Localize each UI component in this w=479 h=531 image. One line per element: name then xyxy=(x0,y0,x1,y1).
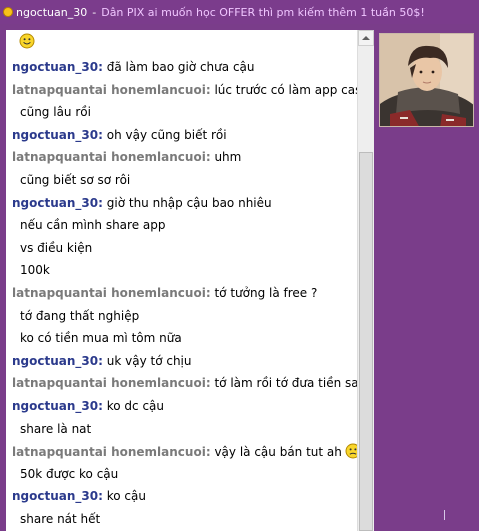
avatar-panel xyxy=(376,30,479,531)
message-line: ngoctuan_30: giờ thu nhập cậu bao nhiêu xyxy=(12,195,272,211)
message-sender: ngoctuan_30: xyxy=(12,196,103,210)
message-line: ko có tiền mua mì tôm nữa xyxy=(20,330,182,346)
message-text: oh vậy cũng biết rồi xyxy=(106,128,227,142)
title-separator: - xyxy=(92,5,97,19)
message-line: latnapquantai honemlancuoi: vậy là cậu b… xyxy=(12,443,361,463)
message-text: cũng biết sơ sơ rôi xyxy=(20,173,131,187)
message-line: nếu cần mình share app xyxy=(20,217,166,233)
smiley-icon xyxy=(19,33,35,53)
message-text: uhm xyxy=(214,150,242,164)
message-text: ko có tiền mua mì tôm nữa xyxy=(20,331,182,345)
message-text: giờ thu nhập cậu bao nhiêu xyxy=(106,196,272,210)
message-sender: latnapquantai honemlancuoi: xyxy=(12,83,211,97)
message-text: nếu cần mình share app xyxy=(20,218,166,232)
message-text: ko cậu xyxy=(106,489,146,503)
message-sender: ngoctuan_30: xyxy=(12,354,103,368)
online-status-icon xyxy=(3,7,13,17)
message-line: 100k xyxy=(20,262,50,278)
scroll-up-button[interactable] xyxy=(358,30,374,46)
scroll-thumb[interactable] xyxy=(359,152,373,531)
message-line: cũng biết sơ sơ rôi xyxy=(20,172,130,188)
message-line: latnapquantai honemlancuoi: tớ tưởng là … xyxy=(12,285,317,301)
message-text: ko dc cậu xyxy=(106,399,165,413)
message-sender: latnapquantai honemlancuoi: xyxy=(12,286,211,300)
contact-name: ngoctuan_30 xyxy=(16,5,88,19)
message-text: 50k được ko cậu xyxy=(20,467,119,481)
message-sender: ngoctuan_30: xyxy=(12,489,103,503)
message-line: ngoctuan_30: đã làm bao giờ chưa cậu xyxy=(12,59,255,75)
message-line: vs điều kiện xyxy=(20,240,92,256)
message-text: lúc trước có làm app casher xyxy=(214,83,361,97)
message-sender: latnapquantai honemlancuoi: xyxy=(12,376,211,390)
message-text: uk vậy tớ chịu xyxy=(106,354,192,368)
message-sender: latnapquantai honemlancuoi: xyxy=(12,445,211,459)
message-text: share là nat xyxy=(20,422,92,436)
message-text: tớ làm rồi tớ đưa tiền sau xyxy=(214,376,361,390)
message-line: share nát hết xyxy=(20,511,100,527)
contact-status-message: Dân PIX ai muốn học OFFER thì pm kiếm th… xyxy=(101,5,425,19)
message-line: ngoctuan_30: uk vậy tớ chịu xyxy=(12,353,192,369)
message-text: đã làm bao giờ chưa cậu xyxy=(106,60,255,74)
message-line: latnapquantai honemlancuoi: lúc trước có… xyxy=(12,82,361,98)
message-sender: ngoctuan_30: xyxy=(12,60,103,74)
message-line: ngoctuan_30: ko dc cậu xyxy=(12,398,164,414)
message-line: tớ đang thất nghiệp xyxy=(20,308,139,324)
message-sender: ngoctuan_30: xyxy=(12,399,103,413)
message-text: vs điều kiện xyxy=(20,241,93,255)
message-line: cũng lâu rồi xyxy=(20,104,91,120)
message-line: share là nat xyxy=(20,421,91,437)
message-line: latnapquantai honemlancuoi: tớ làm rồi t… xyxy=(12,375,361,391)
message-text: cũng lâu rồi xyxy=(20,105,91,119)
chat-scrollbar[interactable] xyxy=(357,30,374,531)
message-line: ngoctuan_30: oh vậy cũng biết rồi xyxy=(12,127,227,143)
message-line: ngoctuan_30: ko cậu xyxy=(12,488,146,504)
message-line: 50k được ko cậu xyxy=(20,466,118,482)
arrow-up-icon xyxy=(362,36,370,40)
message-sender: ngoctuan_30: xyxy=(12,128,103,142)
message-text: tớ tưởng là free ? xyxy=(214,286,318,300)
window-titlebar: ngoctuan_30 - Dân PIX ai muốn học OFFER … xyxy=(0,0,479,24)
contact-avatar[interactable] xyxy=(379,33,474,127)
message-text: 100k xyxy=(20,263,50,277)
message-line: latnapquantai honemlancuoi: uhm xyxy=(12,149,241,165)
message-sender: latnapquantai honemlancuoi: xyxy=(12,150,211,164)
message-text: vậy là cậu bán tut ah xyxy=(214,445,342,459)
text-cursor xyxy=(444,510,445,520)
message-text: share nát hết xyxy=(20,512,101,526)
chat-history[interactable]: ngoctuan_30: đã làm bao giờ chưa cậu latn… xyxy=(6,30,361,531)
message-text: tớ đang thất nghiệp xyxy=(20,309,140,323)
